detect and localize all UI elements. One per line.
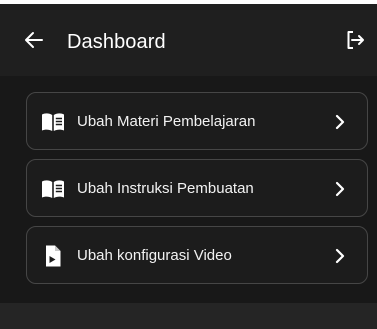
logout-button[interactable] [343, 28, 367, 52]
arrow-left-icon [25, 32, 43, 48]
logout-icon [347, 31, 364, 49]
chevron-right-icon [335, 181, 345, 197]
chevron-right-icon [335, 114, 345, 130]
book-open-icon [42, 180, 64, 198]
menu-item-ubah-materi[interactable]: Ubah Materi Pembelajaran [26, 92, 368, 150]
app-bar: Dashboard [0, 4, 377, 76]
video-file-icon [46, 245, 61, 267]
menu-item-label: Ubah Materi Pembelajaran [77, 113, 256, 130]
menu-item-ubah-konfigurasi-video[interactable]: Ubah konfigurasi Video [26, 226, 368, 284]
page-title: Dashboard [67, 31, 166, 53]
back-button[interactable] [22, 28, 46, 52]
dashboard-content: Ubah Materi Pembelajaran Ubah Instruksi … [0, 76, 377, 303]
bottom-bar [0, 303, 377, 329]
menu-item-label: Ubah Instruksi Pembuatan [77, 180, 254, 197]
menu-item-label: Ubah konfigurasi Video [77, 247, 232, 264]
book-open-icon [42, 113, 64, 131]
chevron-right-icon [335, 248, 345, 264]
menu-item-ubah-instruksi[interactable]: Ubah Instruksi Pembuatan [26, 159, 368, 217]
